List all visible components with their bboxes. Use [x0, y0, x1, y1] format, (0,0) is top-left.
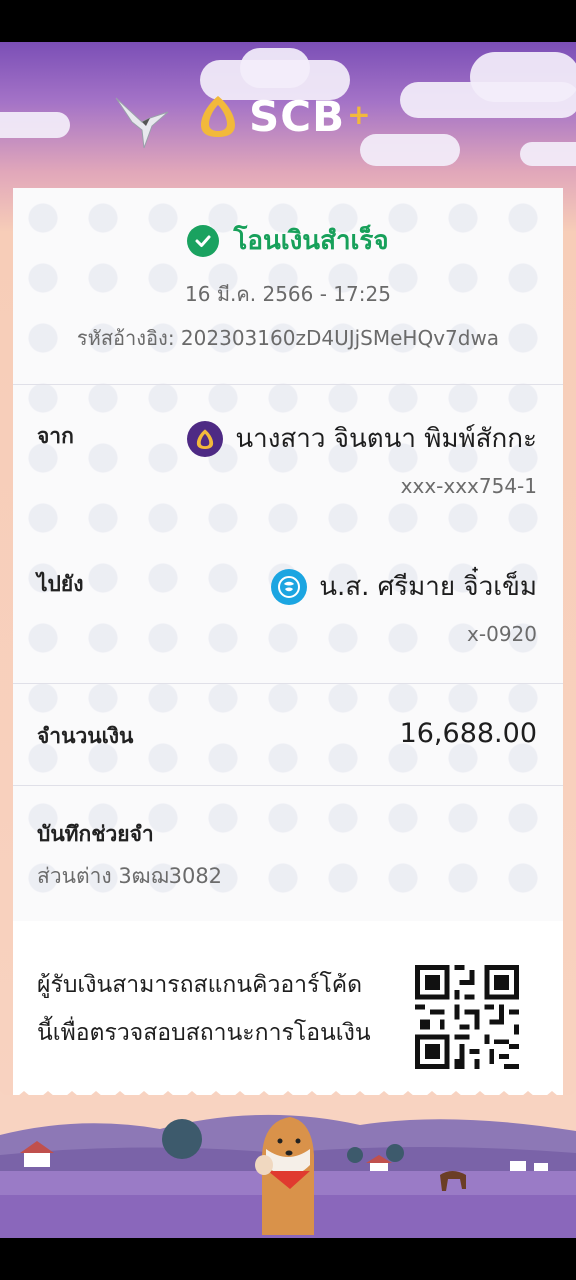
divider	[13, 384, 563, 385]
divider	[13, 683, 563, 684]
transfer-datetime: 16 มี.ค. 2566 - 17:25	[185, 282, 391, 306]
sender-name: นางสาว จินตนา พิมพ์สักกะ	[235, 424, 537, 454]
qr-section: ผู้รับเงินสามารถสแกนคิวอาร์โค้ดนี้เพื่อต…	[13, 921, 563, 1100]
brand-plus: +	[347, 97, 371, 131]
memo-label: บันทึกช่วยจำ	[37, 822, 154, 846]
scb-logo: SCB +	[195, 90, 395, 142]
transfer-receipt: โอนเงินสำเร็จ 16 มี.ค. 2566 - 17:25 รหัส…	[13, 188, 563, 1100]
navigation-bar	[0, 1238, 576, 1280]
reference-number: รหัสอ้างอิง: 202303160zD4UJjSMeHQv7dwa	[76, 326, 500, 350]
lavender-field-illustration	[0, 1095, 576, 1238]
qr-code[interactable]	[415, 965, 519, 1069]
to-account-row: น.ส. ศรีมาย จิ๋วเข็ม	[271, 566, 537, 607]
ktb-icon	[271, 568, 308, 605]
sender-account: xxx-xxx754-1	[400, 474, 537, 498]
check-circle-icon	[187, 224, 220, 257]
amount-value: 16,688.00	[399, 718, 537, 749]
recipient-name: น.ส. ศรีมาย จิ๋วเข็ม	[319, 572, 537, 602]
scb-icon	[187, 420, 224, 457]
receipt-header: โอนเงินสำเร็จ 16 มี.ค. 2566 - 17:25 รหัส…	[13, 188, 563, 384]
amount-label: จำนวนเงิน	[37, 724, 134, 748]
from-account-row: นางสาว จินตนา พิมพ์สักกะ	[187, 418, 537, 459]
bird-illustration	[115, 97, 169, 149]
scb-logo-icon	[201, 96, 235, 137]
success-title: โอนเงินสำเร็จ	[233, 226, 389, 256]
qr-instruction: ผู้รับเงินสามารถสแกนคิวอาร์โค้ดนี้เพื่อต…	[37, 972, 371, 1046]
success-row: โอนเงินสำเร็จ	[13, 220, 563, 261]
from-label: จาก	[37, 424, 74, 448]
brand-name: SCB	[249, 91, 346, 141]
recipient-account: x-0920	[467, 622, 537, 646]
divider	[13, 785, 563, 786]
to-label: ไปยัง	[37, 572, 84, 596]
memo-value: ส่วนต่าง 3ฒฌ3082	[37, 864, 223, 888]
status-bar	[0, 0, 576, 42]
